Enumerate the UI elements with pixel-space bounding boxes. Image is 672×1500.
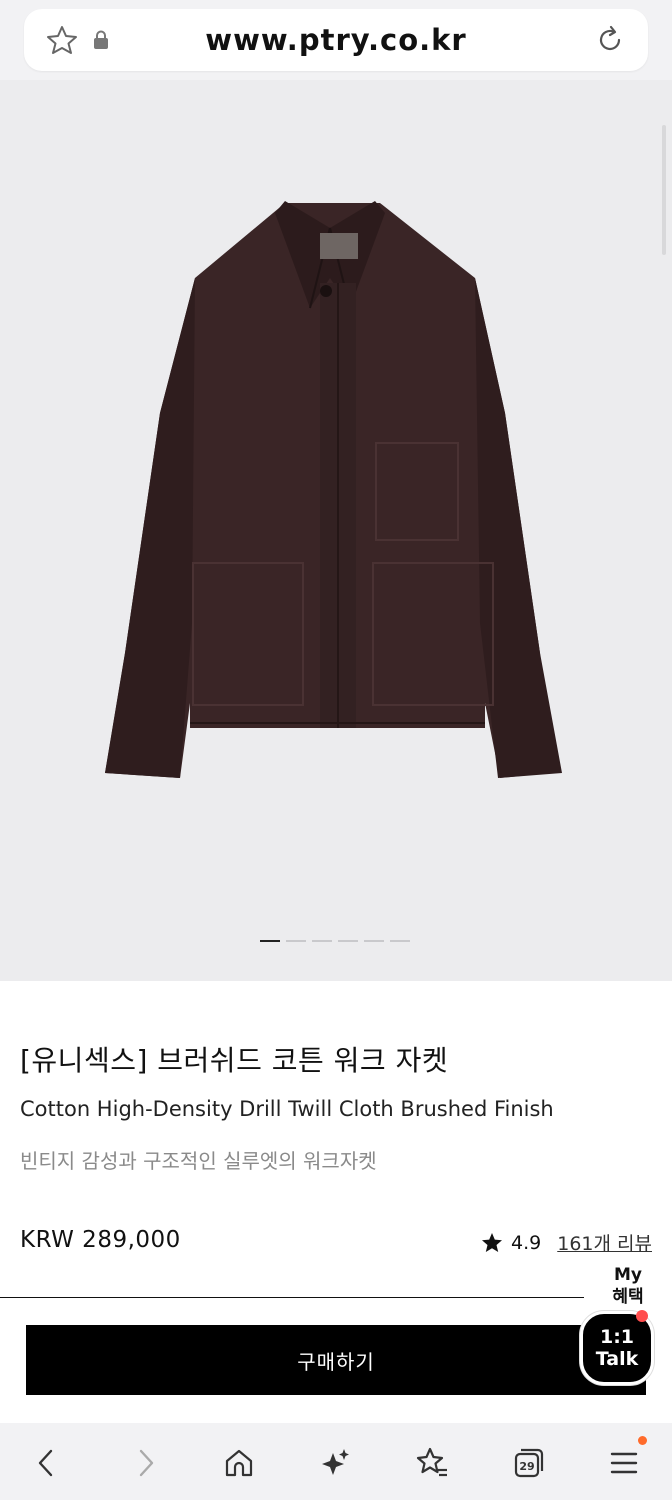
menu-notification-dot — [638, 1436, 647, 1445]
back-button[interactable] — [27, 1443, 67, 1483]
bookmarks-button[interactable] — [412, 1443, 452, 1483]
product-price: KRW 289,000 — [20, 1227, 181, 1253]
forward-button[interactable] — [125, 1443, 165, 1483]
home-button[interactable] — [219, 1443, 259, 1483]
buy-button-label: 구매하기 — [297, 1349, 375, 1374]
address-bar[interactable]: www.ptry.co.kr — [24, 9, 648, 71]
menu-button[interactable] — [604, 1443, 644, 1483]
pagination-dot-3[interactable] — [312, 940, 332, 942]
hamburger-menu-icon — [610, 1452, 638, 1474]
buy-button[interactable]: 구매하기 — [26, 1325, 646, 1395]
browser-bottom-nav: 29 — [0, 1423, 672, 1500]
talk-notification-dot — [636, 1310, 648, 1322]
product-subtitle: Cotton High-Density Drill Twill Cloth Br… — [20, 1097, 554, 1121]
reload-icon[interactable] — [594, 24, 626, 56]
product-rating: 4.9 161개 리뷰 — [481, 1229, 652, 1256]
star-list-icon — [416, 1447, 447, 1477]
rating-star-icon — [482, 1232, 503, 1252]
talk-line2: Talk — [595, 1348, 639, 1370]
sparkle-icon — [322, 1449, 349, 1475]
tabs-icon: 29 — [514, 1448, 544, 1478]
gallery-pagination — [260, 940, 420, 944]
home-icon — [225, 1449, 253, 1477]
chevron-left-icon — [38, 1449, 53, 1477]
product-info: [유니섹스] 브러쉬드 코튼 워크 자켓 Cotton High-Density… — [0, 981, 672, 1423]
my-benefit-button[interactable]: My 혜택 — [584, 1264, 672, 1316]
pagination-dot-2[interactable] — [286, 940, 306, 942]
reviews-link[interactable]: 161개 리뷰 — [557, 1229, 652, 1256]
product-image-jacket — [105, 201, 562, 778]
ai-button[interactable] — [315, 1443, 355, 1483]
vertical-scrollbar[interactable] — [662, 125, 666, 255]
my-benefit-line1: My — [614, 1265, 642, 1285]
my-benefit-line2: 혜택 — [612, 1287, 644, 1307]
product-description: 빈티지 감성과 구조적인 실루엣의 워크자켓 — [20, 1149, 377, 1173]
product-image-gallery[interactable] — [0, 80, 672, 981]
rating-value: 4.9 — [511, 1231, 542, 1254]
tabs-button[interactable]: 29 — [508, 1443, 548, 1483]
one-on-one-talk-button[interactable]: 1:1 Talk — [580, 1311, 654, 1385]
browser-top-bar: www.ptry.co.kr — [0, 0, 672, 80]
tab-count: 29 — [519, 1460, 534, 1473]
pagination-dot-1[interactable] — [260, 940, 280, 942]
product-title: [유니섹스] 브러쉬드 코튼 워크 자켓 — [20, 1044, 449, 1077]
chevron-right-icon — [139, 1449, 154, 1477]
pagination-dot-5[interactable] — [364, 940, 384, 942]
talk-line1: 1:1 — [599, 1326, 635, 1348]
pagination-dot-4[interactable] — [338, 940, 358, 942]
pagination-dot-6[interactable] — [390, 940, 410, 942]
divider — [0, 1297, 672, 1298]
url-text: www.ptry.co.kr — [205, 23, 467, 57]
